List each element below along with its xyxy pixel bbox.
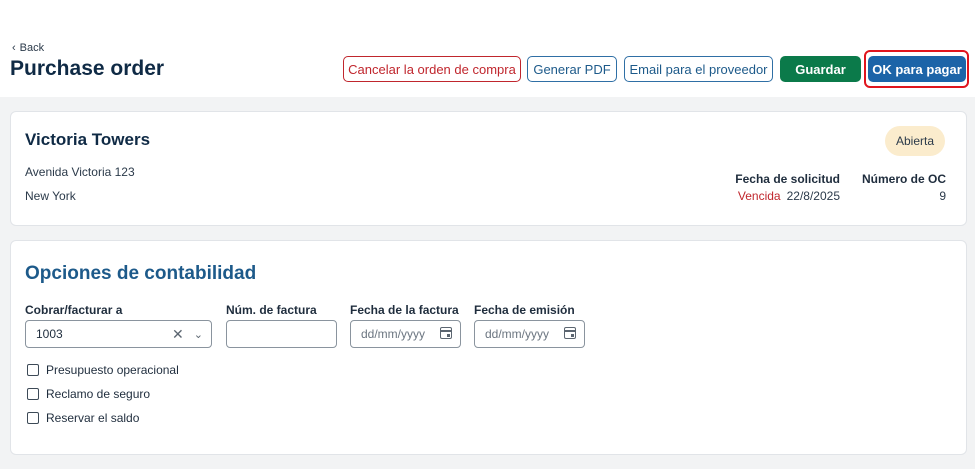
- checkbox-label: Reclamo de seguro: [46, 387, 151, 401]
- checkbox[interactable]: [27, 364, 39, 376]
- checkbox[interactable]: [27, 412, 39, 424]
- invoice-date-input[interactable]: dd/mm/yyyy: [350, 320, 461, 348]
- invoice-number-input[interactable]: [226, 320, 337, 348]
- calendar-icon[interactable]: [440, 327, 452, 339]
- top-bar: ‹ Back Purchase order Cancelar la orden …: [0, 0, 975, 97]
- generate-pdf-button[interactable]: Generar PDF: [527, 56, 617, 82]
- invoice-date-label: Fecha de la factura: [350, 303, 459, 317]
- invoice-date-placeholder: dd/mm/yyyy: [361, 327, 426, 341]
- issue-date-label: Fecha de emisión: [474, 303, 575, 317]
- save-button[interactable]: Guardar: [780, 56, 861, 82]
- checkbox[interactable]: [27, 388, 39, 400]
- overdue-status: Vencida: [737, 189, 781, 203]
- bill-to-label: Cobrar/facturar a: [25, 303, 123, 317]
- bill-to-select[interactable]: 1003 ✕ ⌄: [25, 320, 212, 348]
- vendor-name: Victoria Towers: [25, 130, 151, 149]
- issue-date-placeholder: dd/mm/yyyy: [485, 327, 550, 341]
- invoice-number-label: Núm. de factura: [226, 303, 317, 317]
- bill-to-value: 1003: [36, 327, 63, 341]
- cancel-order-button[interactable]: Cancelar la orden de compra: [343, 56, 521, 82]
- checkbox-insurance-claim[interactable]: Reclamo de seguro: [27, 387, 150, 401]
- ok-to-pay-button[interactable]: OK para pagar: [868, 56, 966, 82]
- po-number-label: Número de OC: [861, 172, 946, 186]
- accounting-title: Opciones de contabilidad: [25, 263, 257, 284]
- vendor-card: Victoria Towers Avenida Victoria 123 New…: [10, 111, 967, 226]
- chevron-down-icon[interactable]: ⌄: [194, 326, 203, 344]
- back-label: Back: [19, 42, 45, 54]
- address-line-2: New York: [25, 189, 76, 203]
- status-badge: Abierta: [885, 126, 945, 156]
- clear-icon[interactable]: ✕: [172, 326, 184, 344]
- page-title: Purchase order: [10, 57, 165, 80]
- checkbox-reserve-balance[interactable]: Reservar el saldo: [27, 411, 139, 425]
- issue-date-input[interactable]: dd/mm/yyyy: [474, 320, 585, 348]
- chevron-left-icon: ‹: [12, 41, 16, 54]
- request-date-value: Vencida 22/8/2025: [738, 189, 840, 203]
- back-link[interactable]: ‹ Back: [12, 42, 44, 54]
- checkbox-operational-budget[interactable]: Presupuesto operacional: [27, 363, 179, 377]
- request-date: 22/8/2025: [786, 189, 840, 203]
- po-number: 9: [939, 189, 946, 203]
- calendar-icon[interactable]: [564, 327, 576, 339]
- checkbox-label: Presupuesto operacional: [46, 363, 179, 377]
- checkbox-label: Reservar el saldo: [46, 411, 140, 425]
- request-date-label: Fecha de solicitud: [735, 172, 840, 186]
- accounting-card: Opciones de contabilidad Cobrar/facturar…: [10, 240, 967, 455]
- email-vendor-button[interactable]: Email para el proveedor: [624, 56, 773, 82]
- address-line-1: Avenida Victoria 123: [25, 165, 135, 179]
